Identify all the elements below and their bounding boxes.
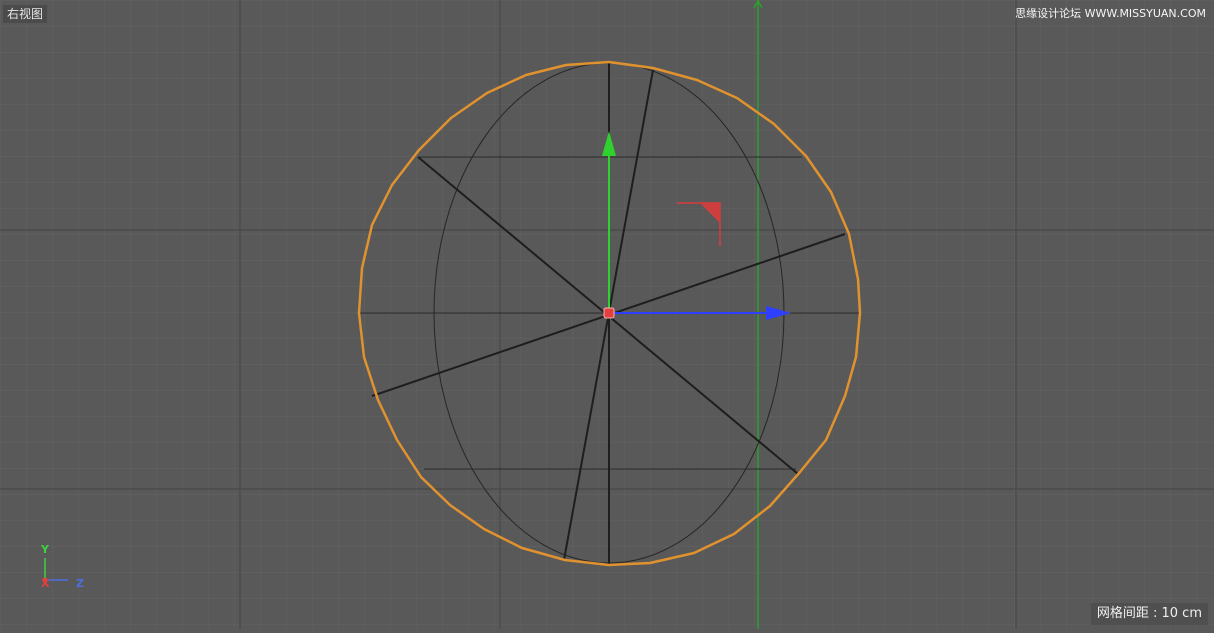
watermark-text: 思缘设计论坛 WWW.MISSYUAN.COM (1015, 7, 1206, 20)
grid-spacing-readout: 网格间距 : 10 cm (1090, 603, 1208, 625)
axis-x-label: X (41, 577, 50, 590)
view-name-label[interactable]: 右视图 (3, 5, 48, 23)
gizmo-center-handle[interactable] (603, 307, 615, 319)
viewport-canvas[interactable] (0, 0, 1214, 629)
right-view-viewport[interactable]: 右视图 思缘设计论坛 WWW.MISSYUAN.COM 网格间距 : 10 cm… (0, 0, 1214, 629)
axis-y-label: Y (41, 543, 49, 556)
axis-z-label: Z (76, 577, 84, 590)
